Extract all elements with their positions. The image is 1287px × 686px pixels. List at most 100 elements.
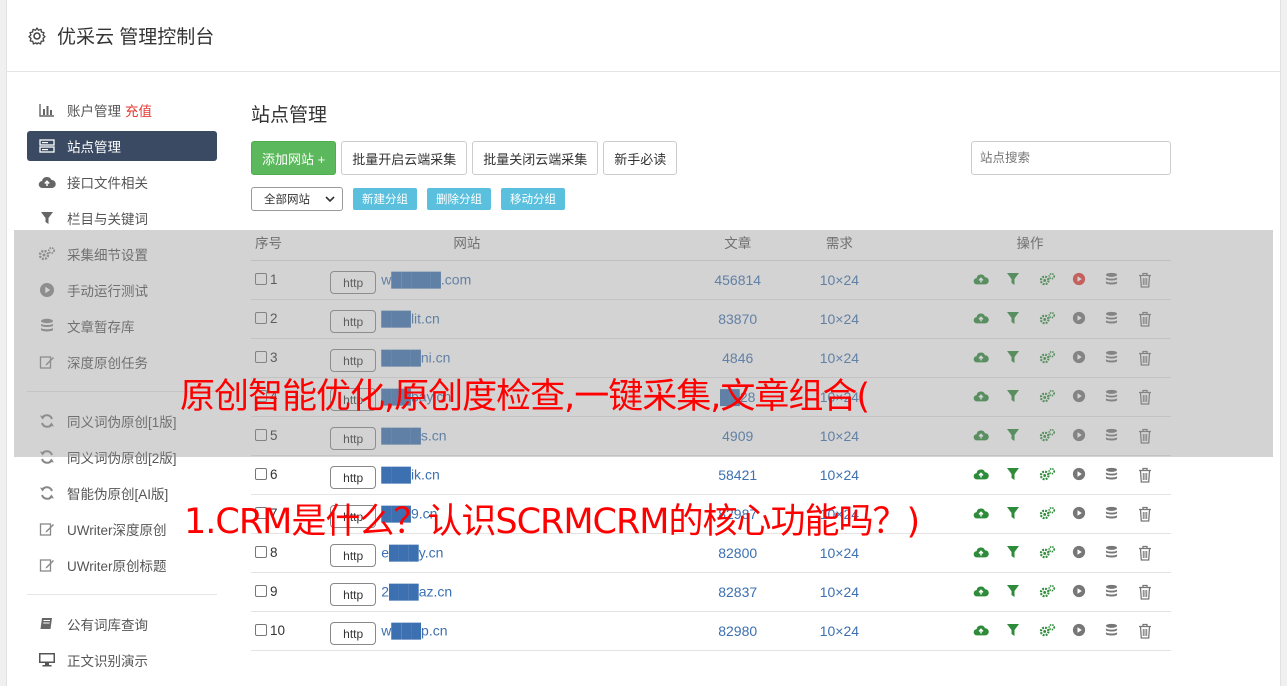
article-count[interactable]: 82837 — [605, 572, 790, 612]
row-checkbox[interactable] — [255, 273, 267, 285]
cogs-icon[interactable] — [1039, 545, 1055, 561]
database-icon[interactable] — [1105, 584, 1121, 600]
guide-button[interactable]: 新手必读 — [603, 141, 678, 175]
cloud-upload-icon[interactable] — [973, 389, 989, 405]
cloud-upload-icon[interactable] — [973, 272, 989, 288]
article-count[interactable]: 83870 — [605, 299, 790, 339]
demand-value[interactable]: 10×24 — [789, 299, 889, 339]
cloud-upload-icon[interactable] — [973, 467, 989, 483]
site-domain-link[interactable]: ████ni.cn — [381, 350, 450, 366]
site-search-input[interactable] — [971, 141, 1171, 175]
trash-icon[interactable] — [1138, 584, 1154, 600]
cogs-icon[interactable] — [1039, 584, 1055, 600]
http-badge[interactable]: http — [330, 427, 377, 450]
database-icon[interactable] — [1105, 467, 1121, 483]
delete-group-button[interactable]: 删除分组 — [427, 188, 491, 210]
sidebar-item-12[interactable]: UWriter原创标题 — [27, 550, 217, 580]
row-checkbox[interactable] — [255, 312, 267, 324]
trash-icon[interactable] — [1138, 467, 1154, 483]
filter-icon[interactable] — [1006, 350, 1022, 366]
http-badge[interactable]: http — [330, 583, 377, 606]
cloud-upload-icon[interactable] — [973, 506, 989, 522]
database-icon[interactable] — [1105, 623, 1121, 639]
cogs-icon[interactable] — [1039, 506, 1055, 522]
sidebar-item-0[interactable]: 账户管理 充值 — [27, 95, 217, 125]
site-domain-link[interactable]: ███lit.cn — [381, 311, 440, 327]
sidebar-item-2[interactable]: 接口文件相关 — [27, 167, 217, 197]
cogs-icon[interactable] — [1039, 623, 1055, 639]
trash-icon[interactable] — [1138, 506, 1154, 522]
database-icon[interactable] — [1105, 545, 1121, 561]
cloud-upload-icon[interactable] — [973, 428, 989, 444]
new-group-button[interactable]: 新建分组 — [353, 188, 417, 210]
http-badge[interactable]: http — [330, 310, 377, 333]
play-circle-icon[interactable] — [1072, 350, 1088, 366]
sidebar-item-4[interactable]: 采集细节设置 — [27, 239, 217, 269]
row-checkbox[interactable] — [255, 624, 267, 636]
row-checkbox[interactable] — [255, 546, 267, 558]
trash-icon[interactable] — [1138, 428, 1154, 444]
filter-icon[interactable] — [1006, 428, 1022, 444]
cloud-upload-icon[interactable] — [973, 350, 989, 366]
cloud-upload-icon[interactable] — [973, 623, 989, 639]
play-circle-icon[interactable] — [1072, 467, 1088, 483]
cogs-icon[interactable] — [1039, 311, 1055, 327]
play-circle-icon[interactable] — [1072, 623, 1088, 639]
row-checkbox[interactable] — [255, 585, 267, 597]
article-count[interactable]: 58421 — [605, 455, 790, 495]
demand-value[interactable]: 10×24 — [789, 260, 889, 300]
cogs-icon[interactable] — [1039, 350, 1055, 366]
row-checkbox[interactable] — [255, 351, 267, 363]
cogs-icon[interactable] — [1039, 467, 1055, 483]
demand-value[interactable]: 10×24 — [789, 416, 889, 456]
filter-icon[interactable] — [1006, 311, 1022, 327]
article-count[interactable]: 456814 — [605, 260, 790, 300]
article-count[interactable]: 4909 — [605, 416, 790, 456]
site-domain-link[interactable]: ███ik.cn — [381, 467, 440, 483]
filter-icon[interactable] — [1006, 272, 1022, 288]
cogs-icon[interactable] — [1039, 428, 1055, 444]
row-checkbox[interactable] — [255, 468, 267, 480]
sidebar-item-1[interactable]: 站点管理 — [27, 131, 217, 161]
cogs-icon[interactable] — [1039, 389, 1055, 405]
database-icon[interactable] — [1105, 506, 1121, 522]
site-domain-link[interactable]: ████s.cn — [381, 428, 446, 444]
sidebar-item-3[interactable]: 栏目与关键词 — [27, 203, 217, 233]
trash-icon[interactable] — [1138, 350, 1154, 366]
row-checkbox[interactable] — [255, 429, 267, 441]
filter-icon[interactable] — [1006, 545, 1022, 561]
add-site-button[interactable]: 添加网站 + — [251, 141, 337, 175]
database-icon[interactable] — [1105, 350, 1121, 366]
cloud-upload-icon[interactable] — [973, 545, 989, 561]
cogs-icon[interactable] — [1039, 272, 1055, 288]
play-circle-icon[interactable] — [1072, 506, 1088, 522]
site-domain-link[interactable]: w███p.cn — [381, 623, 447, 639]
play-circle-icon[interactable] — [1072, 272, 1088, 288]
filter-icon[interactable] — [1006, 389, 1022, 405]
play-circle-icon[interactable] — [1072, 389, 1088, 405]
article-count[interactable]: 82980 — [605, 611, 790, 651]
demand-value[interactable]: 10×24 — [789, 455, 889, 495]
trash-icon[interactable] — [1138, 389, 1154, 405]
filter-icon[interactable] — [1006, 506, 1022, 522]
trash-icon[interactable] — [1138, 311, 1154, 327]
play-circle-icon[interactable] — [1072, 428, 1088, 444]
batch-open-button[interactable]: 批量开启云端采集 — [341, 141, 468, 175]
demand-value[interactable]: 10×24 — [789, 611, 889, 651]
trash-icon[interactable] — [1138, 545, 1154, 561]
http-badge[interactable]: http — [330, 466, 377, 489]
database-icon[interactable] — [1105, 428, 1121, 444]
group-select[interactable]: 全部网站 — [251, 187, 343, 211]
http-badge[interactable]: http — [330, 544, 377, 567]
database-icon[interactable] — [1105, 389, 1121, 405]
database-icon[interactable] — [1105, 272, 1121, 288]
sidebar-item-13[interactable]: 公有词库查询 — [27, 609, 217, 639]
filter-icon[interactable] — [1006, 584, 1022, 600]
site-domain-link[interactable]: w█████.com — [381, 272, 471, 288]
site-domain-link[interactable]: 2███az.cn — [381, 584, 452, 600]
cloud-upload-icon[interactable] — [973, 584, 989, 600]
recharge-link[interactable]: 充值 — [125, 100, 152, 120]
play-circle-icon[interactable] — [1072, 584, 1088, 600]
filter-icon[interactable] — [1006, 623, 1022, 639]
trash-icon[interactable] — [1138, 623, 1154, 639]
